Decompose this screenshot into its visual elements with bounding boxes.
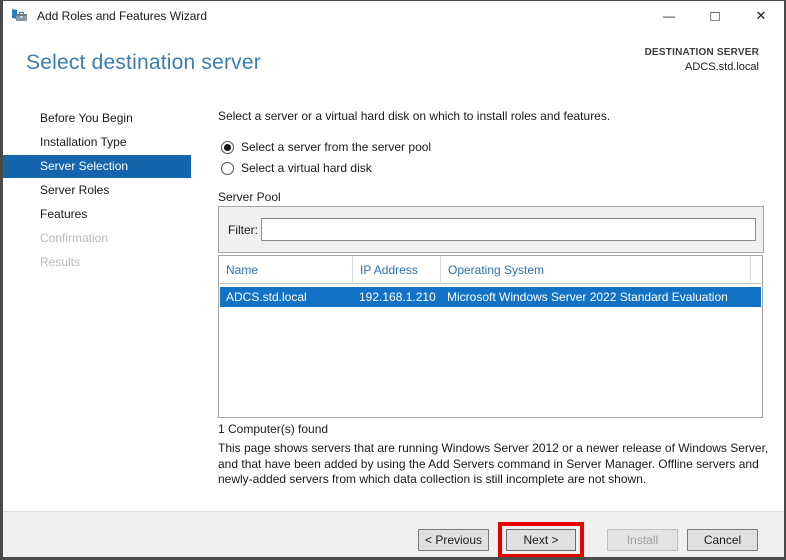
- sidebar-item-before-you-begin[interactable]: Before You Begin: [3, 106, 193, 130]
- sidebar-item-results: Results: [40, 255, 81, 269]
- radio-selected-icon[interactable]: [221, 140, 234, 154]
- window-controls: — □ ✕: [646, 1, 784, 31]
- cell-ip-address: 192.168.1.210: [359, 290, 436, 304]
- column-header-ip-address[interactable]: IP Address: [353, 256, 441, 284]
- sidebar-item-features[interactable]: Features: [3, 202, 193, 226]
- filter-panel: Filter:: [218, 206, 764, 253]
- column-header-name[interactable]: Name: [219, 256, 353, 284]
- radio-select-server-pool[interactable]: Select a server from the server pool: [221, 140, 431, 154]
- next-button[interactable]: Next >: [506, 529, 576, 551]
- server-pool-title: Server Pool: [218, 190, 281, 204]
- table-row-adcs[interactable]: ADCS.std.local 192.168.1.210 Microsoft W…: [220, 287, 761, 307]
- destination-server-block: DESTINATION SERVER ADCS.std.local: [645, 47, 759, 73]
- radio-server-pool-label: Select a server from the server pool: [241, 140, 432, 154]
- cancel-button[interactable]: Cancel: [687, 529, 758, 551]
- cell-server-name: ADCS.std.local: [226, 290, 307, 304]
- computers-found-count: 1 Computer(s) found: [218, 422, 329, 436]
- server-pool-table: Name IP Address Operating System ADCS.st…: [218, 255, 763, 418]
- destination-server-value: ADCS.std.local: [685, 61, 759, 73]
- install-button: Install: [607, 529, 678, 551]
- title-bar: Add Roles and Features Wizard — □ ✕: [3, 1, 784, 31]
- window-title: Add Roles and Features Wizard: [37, 9, 208, 23]
- footer-bar: < Previous Next > Install Cancel: [3, 511, 784, 557]
- sidebar-item-installation-type[interactable]: Installation Type: [3, 130, 193, 154]
- minimize-icon[interactable]: —: [646, 1, 692, 31]
- previous-button[interactable]: < Previous: [418, 529, 489, 551]
- sidebar-item-server-selection[interactable]: Server Selection: [3, 155, 191, 178]
- table-header-row: Name IP Address Operating System: [219, 256, 762, 284]
- radio-select-vhd[interactable]: Select a virtual hard disk: [221, 161, 372, 175]
- page-header: Select destination server DESTINATION SE…: [3, 31, 784, 106]
- cell-operating-system: Microsoft Windows Server 2022 Standard E…: [447, 290, 728, 304]
- maximize-icon[interactable]: □: [692, 1, 738, 31]
- sidebar-item-confirmation: Confirmation: [40, 231, 109, 245]
- wizard-app-icon: [12, 9, 27, 21]
- page-description: This page shows servers that are running…: [218, 441, 769, 486]
- close-icon[interactable]: ✕: [738, 1, 784, 31]
- instruction-text: Select a server or a virtual hard disk o…: [218, 109, 611, 123]
- radio-unselected-icon[interactable]: [221, 161, 234, 175]
- filter-input[interactable]: [261, 218, 756, 241]
- wizard-steps-sidebar: Before You Begin Installation Type Serve…: [3, 106, 193, 274]
- wizard-window: Add Roles and Features Wizard — □ ✕ Sele…: [0, 0, 786, 560]
- radio-vhd-label: Select a virtual hard disk: [241, 161, 372, 175]
- page-title: Select destination server: [26, 51, 261, 74]
- filter-label: Filter:: [228, 223, 258, 237]
- column-header-operating-system[interactable]: Operating System: [441, 256, 751, 284]
- sidebar-item-server-roles[interactable]: Server Roles: [3, 178, 193, 202]
- destination-server-label: DESTINATION SERVER: [644, 47, 759, 58]
